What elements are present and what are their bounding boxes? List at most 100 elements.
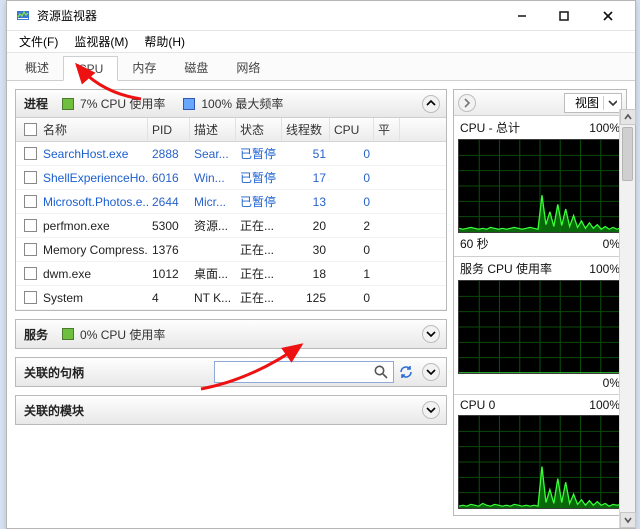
- row-checkbox[interactable]: [24, 243, 37, 256]
- process-cpu: 0: [330, 243, 374, 257]
- menu-help[interactable]: 帮助(H): [136, 31, 193, 52]
- panel-handles-header[interactable]: 关联的句柄: [16, 358, 446, 386]
- graphs-toolbar: 视图: [454, 90, 626, 116]
- process-pid: 5300: [148, 219, 190, 233]
- process-cpu: 0: [330, 195, 374, 209]
- table-row[interactable]: System4NT K...正在...1250: [16, 286, 446, 310]
- process-pid: 1376: [148, 243, 190, 257]
- graphs-panel: 视图 CPU - 总计100%60 秒0%服务 CPU 使用率100%0%CPU…: [453, 89, 627, 516]
- col-avg[interactable]: 平: [374, 118, 400, 141]
- refresh-icon[interactable]: [398, 364, 414, 380]
- panel-handles-title: 关联的句柄: [24, 364, 84, 381]
- tab-cpu[interactable]: CPU: [63, 56, 118, 81]
- app-icon: [15, 8, 31, 24]
- table-row[interactable]: SearchHost.exe2888Sear...已暂停510: [16, 142, 446, 166]
- tab-disk[interactable]: 磁盘: [170, 54, 222, 80]
- view-select[interactable]: 视图: [564, 93, 622, 113]
- tab-network[interactable]: 网络: [222, 54, 274, 80]
- process-name: perfmon.exe: [43, 219, 110, 233]
- services-cpu-stat: 0% CPU 使用率: [80, 326, 165, 343]
- table-row[interactable]: dwm.exe1012桌面...正在...181: [16, 262, 446, 286]
- table-row[interactable]: Microsoft.Photos.e...2644Micr...已暂停130: [16, 190, 446, 214]
- col-name[interactable]: 名称: [20, 118, 148, 141]
- graph-foot-right: 0%: [603, 237, 620, 251]
- graph-title: CPU - 总计: [460, 119, 520, 136]
- window: 资源监视器 文件(F) 监视器(M) 帮助(H) 概述 CPU 内存 磁盘 网络: [6, 0, 636, 529]
- process-pid: 2888: [148, 147, 190, 161]
- col-cpu[interactable]: CPU: [330, 118, 374, 141]
- col-threads[interactable]: 线程数: [282, 118, 330, 141]
- menu-file[interactable]: 文件(F): [11, 31, 66, 52]
- process-desc: 桌面...: [190, 265, 236, 282]
- chevron-down-icon: [603, 96, 617, 110]
- panel-services-header[interactable]: 服务 0% CPU 使用率: [16, 320, 446, 348]
- row-checkbox[interactable]: [24, 195, 37, 208]
- scroll-up-button[interactable]: [620, 109, 636, 125]
- process-status: 已暂停: [236, 193, 282, 210]
- process-name: Microsoft.Photos.e...: [43, 195, 148, 209]
- panel-services-title: 服务: [24, 326, 48, 343]
- process-threads: 51: [282, 147, 330, 161]
- col-pid[interactable]: PID: [148, 118, 190, 141]
- panel-modules-header[interactable]: 关联的模块: [16, 396, 446, 424]
- row-checkbox[interactable]: [24, 171, 37, 184]
- max-freq-stat: 100% 最大频率: [201, 95, 283, 112]
- collapse-right-icon[interactable]: [458, 94, 476, 112]
- graph-card: 服务 CPU 使用率100%0%: [454, 256, 626, 394]
- scroll-down-button[interactable]: [620, 512, 636, 528]
- row-checkbox[interactable]: [24, 291, 37, 304]
- menu-monitor[interactable]: 监视器(M): [66, 31, 136, 52]
- row-checkbox[interactable]: [24, 267, 37, 280]
- process-name: dwm.exe: [43, 267, 91, 281]
- process-name: Memory Compress...: [43, 243, 148, 257]
- expand-icon[interactable]: [422, 363, 440, 381]
- process-cpu: 0: [330, 291, 374, 305]
- collapse-icon[interactable]: [422, 95, 440, 113]
- select-all-checkbox[interactable]: [24, 123, 37, 136]
- row-checkbox[interactable]: [24, 147, 37, 160]
- panel-services: 服务 0% CPU 使用率: [15, 319, 447, 349]
- row-checkbox[interactable]: [24, 219, 37, 232]
- cpu-usage-stat: 7% CPU 使用率: [80, 95, 165, 112]
- panel-processes-header[interactable]: 进程 7% CPU 使用率 100% 最大频率: [16, 90, 446, 118]
- col-desc[interactable]: 描述: [190, 118, 236, 141]
- process-threads: 18: [282, 267, 330, 281]
- table-row[interactable]: Memory Compress...1376正在...300: [16, 238, 446, 262]
- close-button[interactable]: [585, 2, 631, 30]
- scroll-track[interactable]: [620, 125, 635, 512]
- process-cpu: 2: [330, 219, 374, 233]
- table-row[interactable]: perfmon.exe 5300资源...正在...202: [16, 214, 446, 238]
- process-name: ShellExperienceHo...: [43, 171, 148, 185]
- graph-title: CPU 0: [460, 398, 495, 412]
- menubar: 文件(F) 监视器(M) 帮助(H): [7, 31, 635, 53]
- expand-icon[interactable]: [422, 401, 440, 419]
- table-row[interactable]: ShellExperienceHo...6016Win...已暂停170: [16, 166, 446, 190]
- process-threads: 30: [282, 243, 330, 257]
- process-pid: 6016: [148, 171, 190, 185]
- process-status: 已暂停: [236, 145, 282, 162]
- process-status: 正在...: [236, 265, 282, 282]
- process-desc: NT K...: [190, 291, 236, 305]
- left-pane: 进程 7% CPU 使用率 100% 最大频率 名称: [7, 83, 453, 528]
- scroll-thumb[interactable]: [622, 127, 633, 181]
- graphs-scrollbar[interactable]: [619, 109, 635, 528]
- panel-modules-title: 关联的模块: [24, 402, 84, 419]
- process-desc: 资源...: [190, 217, 236, 234]
- expand-icon[interactable]: [422, 325, 440, 343]
- graph-foot-left: 60 秒: [460, 235, 489, 252]
- tab-overview[interactable]: 概述: [11, 54, 63, 80]
- col-name-label: 名称: [43, 121, 67, 138]
- minimize-button[interactable]: [501, 2, 543, 30]
- process-name: SearchHost.exe: [43, 147, 128, 161]
- handles-search-input[interactable]: [214, 361, 394, 383]
- search-icon[interactable]: [373, 364, 389, 380]
- process-name: System: [43, 291, 83, 305]
- process-threads: 125: [282, 291, 330, 305]
- process-status: 正在...: [236, 217, 282, 234]
- maximize-button[interactable]: [543, 2, 585, 30]
- view-select-label: 视图: [575, 94, 599, 111]
- max-freq-legend-icon: [183, 98, 195, 110]
- process-threads: 20: [282, 219, 330, 233]
- col-status[interactable]: 状态: [236, 118, 282, 141]
- tab-memory[interactable]: 内存: [118, 54, 170, 80]
